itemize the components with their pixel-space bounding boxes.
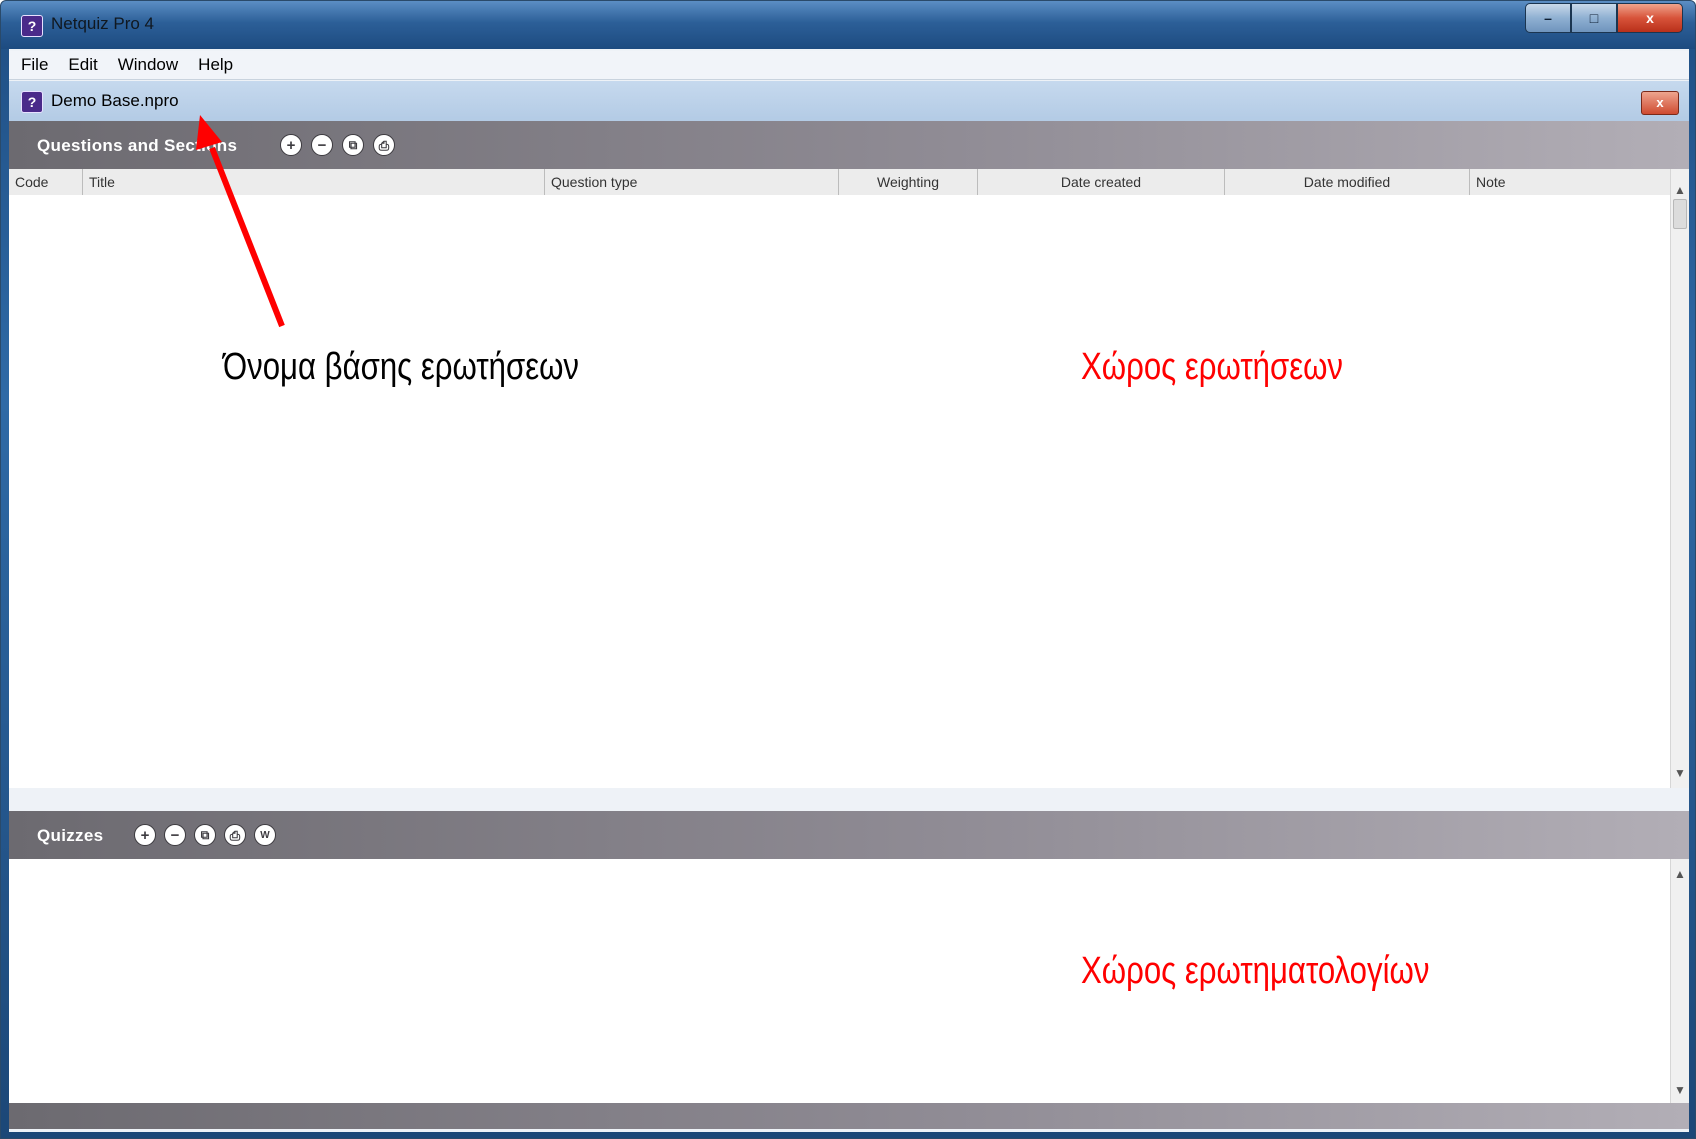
questions-scrollbar[interactable]: ▲ ▼ <box>1670 169 1689 788</box>
document-title: Demo Base.npro <box>51 91 179 110</box>
questions-list[interactable] <box>9 195 1670 788</box>
annotation-db-name: Όνομα βάσης ερωτήσεων <box>223 346 580 388</box>
quizzes-scrollbar[interactable]: ▲ ▼ <box>1670 859 1689 1103</box>
print-icon[interactable]: ⎙ <box>373 134 395 156</box>
window-controls: – □ x <box>1525 3 1683 33</box>
scroll-up-arrow-icon[interactable]: ▲ <box>1671 181 1689 199</box>
minimize-button[interactable]: – <box>1525 3 1571 33</box>
scroll-thumb[interactable] <box>1673 199 1687 229</box>
app-window: ? Netquiz Pro 4 – □ x File Edit Window H… <box>0 0 1696 1139</box>
column-header-question-type[interactable]: Question type <box>545 169 839 195</box>
column-header-title[interactable]: Title <box>83 169 545 195</box>
remove-icon[interactable]: − <box>311 134 333 156</box>
menu-file[interactable]: File <box>13 55 56 75</box>
column-header-weighting[interactable]: Weighting <box>839 169 978 195</box>
menu-help[interactable]: Help <box>190 55 241 75</box>
duplicate-icon[interactable]: ⧉ <box>194 824 216 846</box>
quizzes-bar: Quizzes + − ⧉ ⎙ W <box>9 811 1689 859</box>
window-title: Netquiz Pro 4 <box>51 14 154 33</box>
remove-icon[interactable]: − <box>164 824 186 846</box>
quizzes-label: Quizzes <box>37 826 104 845</box>
document-close-button[interactable]: x <box>1641 91 1679 115</box>
column-header-date-modified[interactable]: Date modified <box>1225 169 1470 195</box>
client-area: File Edit Window Help ? Demo Base.npro x… <box>9 49 1689 1132</box>
status-bar <box>9 1103 1689 1129</box>
add-icon[interactable]: + <box>134 824 156 846</box>
close-button[interactable]: x <box>1617 3 1683 33</box>
menu-edit[interactable]: Edit <box>60 55 105 75</box>
questions-sections-bar: Questions and Sections + − ⧉ ⎙ <box>9 121 1689 169</box>
netquiz-app-icon: ? <box>21 15 43 37</box>
document-icon: ? <box>21 91 43 113</box>
menu-window[interactable]: Window <box>110 55 186 75</box>
column-header-date-created[interactable]: Date created <box>978 169 1225 195</box>
menu-bar: File Edit Window Help <box>9 51 1689 80</box>
duplicate-icon[interactable]: ⧉ <box>342 134 364 156</box>
scroll-down-arrow-icon[interactable]: ▼ <box>1671 1081 1689 1099</box>
scroll-up-arrow-icon[interactable]: ▲ <box>1671 865 1689 883</box>
print-icon[interactable]: ⎙ <box>224 824 246 846</box>
column-header-note[interactable]: Note <box>1470 169 1670 195</box>
window-titlebar[interactable]: ? Netquiz Pro 4 – □ x <box>1 1 1695 49</box>
annotation-questions-area: Χώρος ερωτήσεων <box>1081 346 1344 388</box>
column-header-code[interactable]: Code <box>9 169 83 195</box>
scroll-down-arrow-icon[interactable]: ▼ <box>1671 764 1689 782</box>
questions-table-header: Code Title Question type Weighting Date … <box>9 169 1670 196</box>
add-icon[interactable]: + <box>280 134 302 156</box>
questions-sections-label: Questions and Sections <box>37 136 238 155</box>
word-export-icon[interactable]: W <box>254 824 276 846</box>
document-titlebar: ? Demo Base.npro x <box>9 81 1689 122</box>
annotation-quizzes-area: Χώρος ερωτηματολογίων <box>1081 950 1430 992</box>
maximize-button[interactable]: □ <box>1571 3 1617 33</box>
